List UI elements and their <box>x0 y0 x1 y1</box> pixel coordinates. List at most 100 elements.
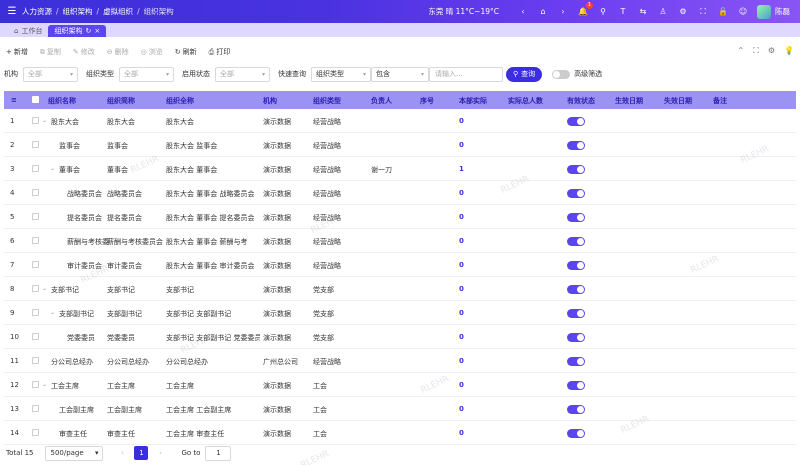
goto-page-input[interactable]: 1 <box>205 445 232 461</box>
status-toggle[interactable] <box>567 237 585 246</box>
expand-icon[interactable]: ⌄ <box>50 309 55 316</box>
quick-field-select[interactable]: 组织类型 ▾ <box>311 66 371 82</box>
table-row[interactable]: 1 ⌄ 股东大会 股东大会 股东大会 演示数据 经营战略 0 <box>4 109 796 133</box>
copy-button[interactable]: ⧉ 复制 <box>40 47 61 57</box>
search-icon[interactable]: ⚲ <box>597 6 609 18</box>
cell-name[interactable]: 工会主席 <box>51 381 79 391</box>
column-settings-icon[interactable]: ⚙ <box>768 46 775 56</box>
row-checkbox[interactable] <box>32 381 39 388</box>
table-row[interactable]: 14 审查主任 审查主任 工会主席 审查主任 演示数据 工会 0 <box>4 421 796 445</box>
cell-name[interactable]: 董事会 <box>59 165 80 175</box>
fullscreen-icon[interactable]: ⛶ <box>753 46 759 56</box>
username[interactable]: 陈磊 <box>775 6 790 17</box>
row-checkbox[interactable] <box>32 405 39 412</box>
breadcrumb-item[interactable]: 人力资源 <box>22 6 52 17</box>
col-header[interactable]: 组织名称 <box>48 96 76 106</box>
add-button[interactable]: + 新增 <box>6 47 28 57</box>
type-select[interactable]: 全部 ▾ <box>119 66 174 82</box>
table-row[interactable]: 6 薪酬与考核委 薪酬与考核委员会 股东大会 董事会 薪酬与考 演示数据 经营战… <box>4 229 796 253</box>
cell-name[interactable]: 提名委员会 <box>67 213 102 223</box>
notification-icon[interactable]: 🔔 1 <box>577 1 593 18</box>
status-toggle[interactable] <box>567 429 585 438</box>
chevron-right-icon[interactable]: › <box>557 6 569 18</box>
status-toggle[interactable] <box>567 189 585 198</box>
quick-operator-select[interactable]: 包含 ▾ <box>371 66 429 82</box>
chevron-left-icon[interactable]: ‹ <box>517 6 529 18</box>
user-icon[interactable]: ☺ <box>737 6 749 18</box>
row-checkbox[interactable] <box>32 333 39 340</box>
browse-button[interactable]: ◎ 浏览 <box>141 47 163 57</box>
status-toggle[interactable] <box>567 405 585 414</box>
cell-name[interactable]: 股东大会 <box>51 117 79 127</box>
status-toggle[interactable] <box>567 309 585 318</box>
status-toggle[interactable] <box>567 381 585 390</box>
cell-name[interactable]: 审计委员会 <box>67 261 102 271</box>
cell-name[interactable]: 党委委员 <box>67 333 95 343</box>
col-header[interactable]: 组织全称 <box>166 96 194 106</box>
row-checkbox[interactable] <box>32 285 39 292</box>
row-checkbox[interactable] <box>32 189 39 196</box>
cell-name[interactable]: 支部书记 <box>51 285 79 295</box>
row-checkbox[interactable] <box>32 309 39 316</box>
tab-workbench[interactable]: ⌂ 工作台 <box>8 25 48 37</box>
lock-icon[interactable]: 🔒 <box>717 6 729 18</box>
status-toggle[interactable] <box>567 141 585 150</box>
cell-name[interactable]: 监事会 <box>59 141 80 151</box>
breadcrumb-item[interactable]: 组织架构 <box>63 6 93 17</box>
expand-icon[interactable]: ⌄ <box>42 285 47 292</box>
cell-name[interactable]: 薪酬与考核委 <box>67 237 109 247</box>
collapse-icon[interactable]: ⌃ <box>738 46 745 56</box>
advanced-switch[interactable] <box>552 69 571 79</box>
row-checkbox[interactable] <box>32 141 39 148</box>
cell-name[interactable]: 支部副书记 <box>59 309 94 319</box>
col-header[interactable]: 负责人 <box>371 96 392 106</box>
page-size-select[interactable]: 500/page ▾ <box>45 445 104 461</box>
menu-icon[interactable]: ☰ <box>2 6 22 17</box>
tip-icon[interactable]: 💡 <box>784 46 794 56</box>
status-toggle[interactable] <box>567 117 585 126</box>
cell-name[interactable]: 审查主任 <box>59 429 87 439</box>
col-header[interactable]: 实际总人数 <box>508 96 543 106</box>
close-icon[interactable]: × <box>94 27 100 35</box>
settings-icon[interactable]: ⚙ <box>677 6 689 18</box>
cell-name[interactable]: 战略委员会 <box>67 189 102 199</box>
col-header[interactable]: 本部实际 <box>459 96 487 106</box>
delete-button[interactable]: ⊖ 删除 <box>107 47 129 57</box>
table-row[interactable]: 12 ⌄ 工会主席 工会主席 工会主席 演示数据 工会 0 <box>4 373 796 397</box>
table-row[interactable]: 9 ⌄ 支部副书记 支部副书记 支部书记 支部副书记 演示数据 党支部 0 <box>4 301 796 325</box>
col-header[interactable]: 组织简称 <box>107 96 135 106</box>
status-toggle[interactable] <box>567 261 585 270</box>
col-header[interactable]: 组织类型 <box>313 96 341 106</box>
row-checkbox[interactable] <box>32 261 39 268</box>
col-header[interactable]: 备注 <box>713 96 727 106</box>
print-button[interactable]: ⎙ 打印 <box>209 47 231 57</box>
advanced-filter-toggle[interactable]: 高级筛选 <box>552 69 602 79</box>
query-button[interactable]: ⚲ 查询 <box>506 66 543 82</box>
table-row[interactable]: 3 ⌄ 董事会 董事会 股东大会 董事会 演示数据 经营战略 谢一刀 1 <box>4 157 796 181</box>
status-toggle[interactable] <box>567 165 585 174</box>
row-checkbox[interactable] <box>32 117 39 124</box>
col-header[interactable]: 机构 <box>263 96 277 106</box>
table-row[interactable]: 8 ⌄ 支部书记 支部书记 支部书记 演示数据 党支部 0 <box>4 277 796 301</box>
row-settings-icon[interactable]: ≡ <box>11 96 17 104</box>
page-number-current[interactable]: 1 <box>134 446 149 460</box>
status-toggle[interactable] <box>567 333 585 342</box>
row-checkbox[interactable] <box>32 429 39 436</box>
quick-search-input[interactable]: 请输入... <box>429 66 503 82</box>
shirt-icon[interactable]: ♙ <box>657 6 669 18</box>
col-header[interactable]: 序号 <box>420 96 434 106</box>
home-icon[interactable]: ⌂ <box>537 6 549 18</box>
col-header[interactable]: 失效日期 <box>664 96 692 106</box>
table-row[interactable]: 10 党委委员 党委委员 支部书记 支部副书记 党委委员 演示数据 党支部 0 <box>4 325 796 349</box>
refresh-icon[interactable]: ↻ <box>85 27 91 35</box>
status-toggle[interactable] <box>567 357 585 366</box>
table-row[interactable]: 5 提名委员会 提名委员会 股东大会 董事会 提名委员会 演示数据 经营战略 0 <box>4 205 796 229</box>
prev-page-icon[interactable]: ‹ <box>115 449 129 457</box>
edit-button[interactable]: ✎ 修改 <box>73 47 95 57</box>
status-toggle[interactable] <box>567 213 585 222</box>
table-row[interactable]: 4 战略委员会 战略委员会 股东大会 董事会 战略委员会 演示数据 经营战略 0 <box>4 181 796 205</box>
refresh-button[interactable]: ↻ 刷新 <box>175 47 197 57</box>
cell-name[interactable]: 分公司总经办 <box>51 357 93 367</box>
status-toggle[interactable] <box>567 285 585 294</box>
select-all-checkbox[interactable] <box>32 96 39 103</box>
